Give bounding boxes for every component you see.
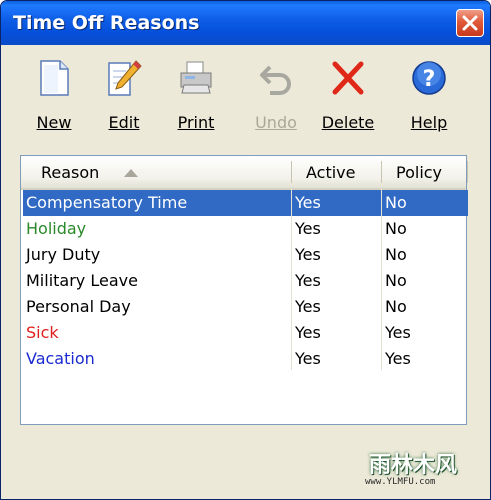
list-item[interactable]: Vacation Yes Yes [23,346,468,372]
print-button[interactable]: Print [165,55,227,132]
cell-active: Yes [295,219,321,238]
undo-icon [260,65,291,95]
delete-label: Delete [321,113,375,132]
undo-label: Undo [255,113,297,132]
time-off-reasons-dialog: Time Off Reasons New Edit Print Undo Del… [0,0,491,500]
delete-x-icon [332,61,364,95]
cell-policy: No [385,245,407,264]
cell-policy: Yes [385,349,411,368]
close-button[interactable] [456,9,484,37]
cell-reason: Holiday [26,219,87,238]
column-header-reason[interactable]: Reason [41,156,99,188]
print-label: Print [177,113,215,132]
cell-active: Yes [295,349,321,368]
list-item[interactable]: Sick Yes Yes [23,320,468,346]
grid-line [381,188,382,370]
cell-policy: No [385,219,407,238]
cell-active: Yes [295,323,321,342]
grid-line [291,188,292,370]
column-divider[interactable] [381,161,382,183]
reasons-list[interactable]: Reason Active Policy Compensatory Time Ye… [20,155,468,425]
svg-text:?: ? [423,67,436,92]
new-document-icon [40,60,69,96]
watermark-url: www.YLMFU.com [365,477,436,487]
cell-active: Yes [295,193,321,212]
list-header: Reason Active Policy [21,156,468,190]
column-divider[interactable] [291,161,292,183]
watermark-text: 雨林木风 [369,453,458,478]
list-item[interactable]: Military Leave Yes No [23,268,468,294]
cell-reason: Personal Day [26,297,131,316]
toolbar: New Edit Print Undo Delete ? Help [1,45,490,132]
new-button[interactable]: New [23,55,85,132]
cell-active: Yes [295,245,321,264]
title-bar[interactable]: Time Off Reasons [1,1,490,45]
cell-reason: Vacation [26,349,95,368]
new-label: New [36,113,72,132]
column-header-policy[interactable]: Policy [396,156,442,188]
cell-reason: Compensatory Time [26,193,188,212]
list-item[interactable]: Holiday Yes No [23,216,468,242]
cell-active: Yes [295,297,321,316]
column-divider[interactable] [467,161,468,183]
printer-icon [180,61,212,94]
sort-ascending-icon [124,169,138,177]
undo-button[interactable]: Undo [245,55,307,132]
column-header-active[interactable]: Active [306,156,356,188]
watermark-logo: 雨林木风 www.YLMFU.com [359,441,487,497]
window-title: Time Off Reasons [13,12,200,34]
edit-button[interactable]: Edit [93,55,155,132]
cell-reason: Jury Duty [26,245,101,264]
list-item[interactable]: Jury Duty Yes No [23,242,468,268]
cell-reason: Sick [26,323,59,342]
cell-reason: Military Leave [26,271,138,290]
cell-policy: No [385,297,407,316]
delete-button[interactable]: Delete [317,55,379,132]
edit-label: Edit [108,113,140,132]
list-item[interactable]: Compensatory Time Yes No [23,190,468,216]
cell-policy: No [385,271,407,290]
help-label: Help [410,113,448,132]
cell-policy: Yes [385,323,411,342]
close-icon [462,15,478,31]
cell-active: Yes [295,271,321,290]
cell-policy: No [385,193,407,212]
help-button[interactable]: ? Help [398,55,460,132]
edit-document-icon [108,60,142,96]
help-icon: ? [412,61,446,95]
list-item[interactable]: Personal Day Yes No [23,294,468,320]
